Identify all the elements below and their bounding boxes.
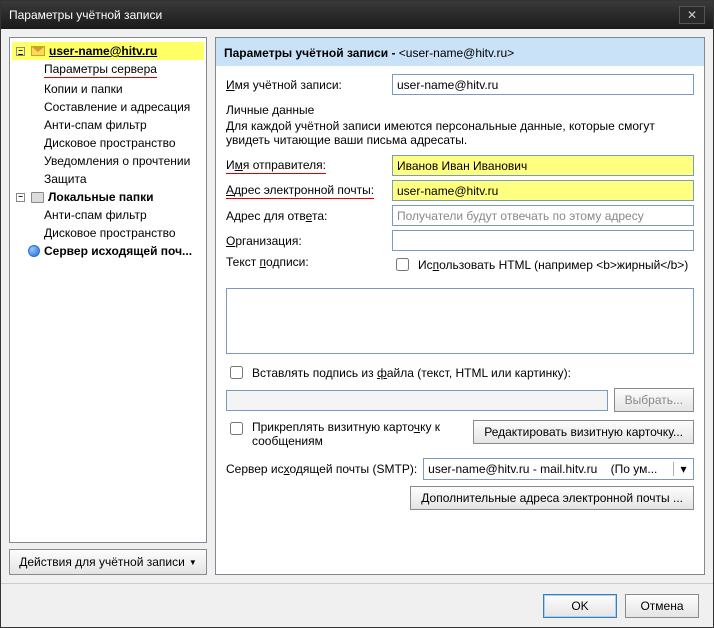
sig-file-checkbox[interactable] xyxy=(230,366,243,379)
tree-item-antispam[interactable]: Анти-спам фильтр xyxy=(12,116,204,134)
vcard-label: Прикреплять визитную карточку к сообщени… xyxy=(252,420,465,448)
browse-button: Выбрать... xyxy=(614,388,694,412)
smtp-label: Сервер исходящей почты (SMTP): xyxy=(226,462,417,476)
chevron-down-icon: ▾ xyxy=(673,462,689,476)
smtp-row: Сервер исходящей почты (SMTP): user-name… xyxy=(226,458,694,480)
tree-item-security[interactable]: Защита xyxy=(12,170,204,188)
account-tree[interactable]: − user-name@hitv.ru Параметры сервера Ко… xyxy=(9,37,207,543)
panel-header: Параметры учётной записи - <user-name@hi… xyxy=(216,38,704,66)
use-html-checkbox[interactable] xyxy=(396,258,409,271)
cancel-button[interactable]: Отмена xyxy=(625,594,699,618)
org-input[interactable] xyxy=(392,230,694,251)
sig-file-input-row: Выбрать... xyxy=(226,388,694,412)
tree-smtp-server[interactable]: Сервер исходящей поч... xyxy=(12,242,204,260)
account-actions-button[interactable]: Действия для учётной записи ▼ xyxy=(9,549,207,575)
account-name-row: Имя учётной записи: xyxy=(226,74,694,95)
tree-item-copies[interactable]: Копии и папки xyxy=(12,80,204,98)
signature-right: Использовать HTML (например <b>жирный</b… xyxy=(392,255,694,280)
edit-vcard-button[interactable]: Редактировать визитную карточку... xyxy=(473,420,694,444)
tree-item-local-antispam[interactable]: Анти-спам фильтр xyxy=(12,206,204,224)
signature-html-row: Использовать HTML (например <b>жирный</b… xyxy=(392,255,694,274)
window-title: Параметры учётной записи xyxy=(9,8,162,22)
collapse-icon[interactable]: − xyxy=(16,47,25,56)
tree-account-root[interactable]: − user-name@hitv.ru xyxy=(12,42,204,60)
window-controls: ✕ xyxy=(679,6,705,24)
reply-label: Адрес для ответа: xyxy=(226,209,386,223)
org-row: Организация: xyxy=(226,230,694,251)
tree-item-server-params[interactable]: Параметры сервера xyxy=(12,60,204,80)
email-input[interactable] xyxy=(392,180,694,201)
sig-file-row: Вставлять подпись из файла (текст, HTML … xyxy=(226,363,694,382)
account-name-label: Имя учётной записи: xyxy=(226,78,386,92)
vcard-checkbox[interactable] xyxy=(230,422,243,435)
tree-item-composition[interactable]: Составление и адресация xyxy=(12,98,204,116)
reply-row: Адрес для ответа: xyxy=(226,205,694,226)
sig-file-label: Вставлять подпись из файла (текст, HTML … xyxy=(252,366,571,380)
extra-addresses-button[interactable]: Дополнительные адреса электронной почты … xyxy=(410,486,694,510)
tree-item-receipts[interactable]: Уведомления о прочтении xyxy=(12,152,204,170)
folder-icon xyxy=(31,192,44,203)
sender-name-row: Имя отправителя: xyxy=(226,155,694,176)
account-settings-window: Параметры учётной записи ✕ − user-name@h… xyxy=(0,0,714,628)
panel-header-email: <user-name@hitv.ru> xyxy=(399,46,514,60)
mail-icon xyxy=(31,46,45,56)
extra-addresses-row: Дополнительные адреса электронной почты … xyxy=(226,486,694,510)
signature-row: Текст подписи: Использовать HTML (наприм… xyxy=(226,255,694,280)
content-area: − user-name@hitv.ru Параметры сервера Ко… xyxy=(1,29,713,583)
chevron-down-icon: ▼ xyxy=(189,558,197,567)
sig-file-path-input xyxy=(226,390,608,411)
tree-item-local-disk[interactable]: Дисковое пространство xyxy=(12,224,204,242)
tree-local-folders[interactable]: − Локальные папки xyxy=(12,188,204,206)
tree-item-disk[interactable]: Дисковое пространство xyxy=(12,134,204,152)
personal-section-title: Личные данные xyxy=(226,103,694,117)
sidebar: − user-name@hitv.ru Параметры сервера Ко… xyxy=(9,37,207,575)
smtp-select[interactable]: user-name@hitv.ru - mail.hitv.ru (По ум.… xyxy=(423,458,694,480)
main-panel: Параметры учётной записи - <user-name@hi… xyxy=(215,37,705,575)
personal-section-desc: Для каждой учётной записи имеются персон… xyxy=(226,119,694,147)
collapse-icon[interactable]: − xyxy=(16,193,25,202)
reply-input[interactable] xyxy=(392,205,694,226)
panel-header-prefix: Параметры учётной записи - xyxy=(224,46,399,60)
org-label: Организация: xyxy=(226,234,386,248)
close-icon: ✕ xyxy=(687,8,697,22)
ok-button[interactable]: OK xyxy=(543,594,617,618)
email-label: Адрес электронной почты: xyxy=(226,183,386,199)
account-actions-label: Действия для учётной записи xyxy=(19,555,185,569)
signature-textarea[interactable] xyxy=(226,288,694,354)
smtp-selected-value: user-name@hitv.ru - mail.hitv.ru (По ум.… xyxy=(428,462,657,476)
titlebar: Параметры учётной записи ✕ xyxy=(1,1,713,29)
sender-name-label: Имя отправителя: xyxy=(226,158,386,174)
dialog-footer: OK Отмена xyxy=(1,583,713,627)
use-html-label: Использовать HTML (например <b>жирный</b… xyxy=(418,258,688,272)
vcard-row: Прикреплять визитную карточку к сообщени… xyxy=(226,420,694,448)
account-email-label: user-name@hitv.ru xyxy=(49,44,157,58)
sender-name-input[interactable] xyxy=(392,155,694,176)
close-button[interactable]: ✕ xyxy=(679,6,705,24)
signature-label: Текст подписи: xyxy=(226,255,386,269)
email-row: Адрес электронной почты: xyxy=(226,180,694,201)
globe-icon xyxy=(28,245,40,257)
account-name-input[interactable] xyxy=(392,74,694,95)
